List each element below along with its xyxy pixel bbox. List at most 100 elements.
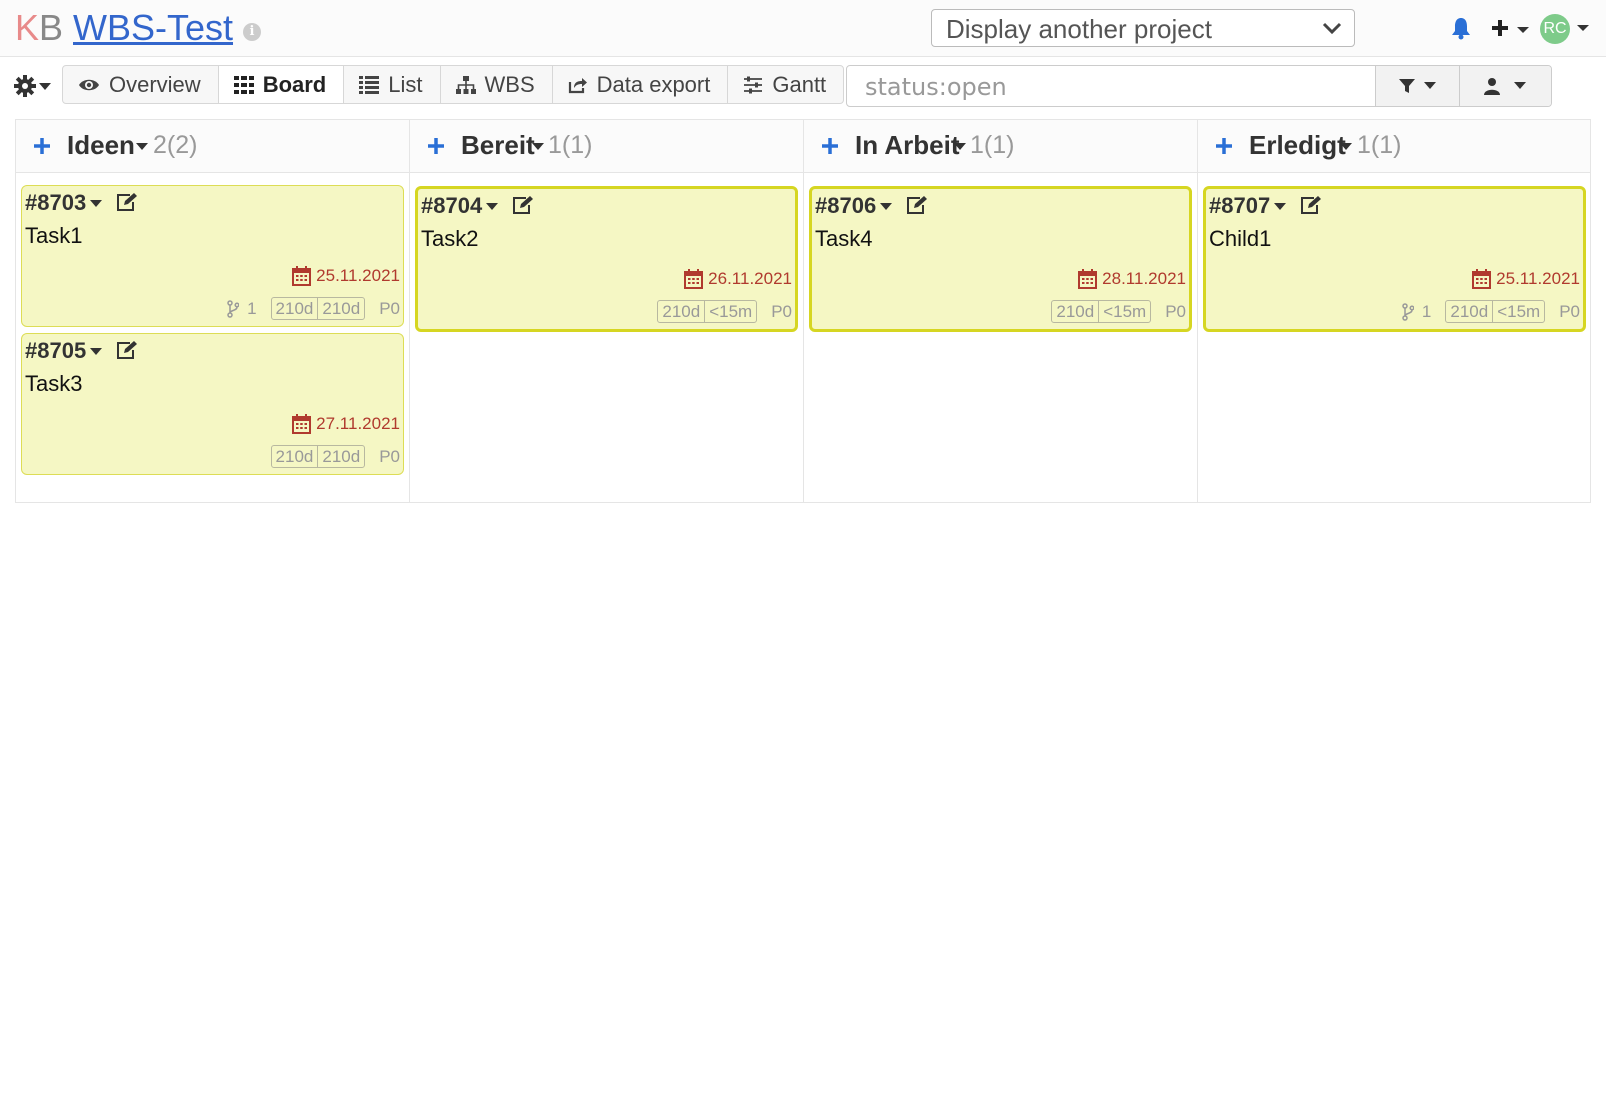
logo-k: K <box>15 7 40 48</box>
task-card[interactable]: #8704 Task2 26.11.2021 210d <15m P0 <box>415 186 798 332</box>
calendar-icon <box>1078 269 1098 289</box>
task-title[interactable]: Child1 <box>1209 227 1271 251</box>
column-task-count: 1(1) <box>970 131 1015 159</box>
edit-icon[interactable] <box>116 340 138 360</box>
priority-badge: P0 <box>771 301 792 321</box>
column-title[interactable]: Erledigt <box>1249 130 1346 160</box>
add-task-plus-icon[interactable] <box>427 137 445 155</box>
caret-down-icon[interactable] <box>532 143 544 151</box>
user-avatar[interactable]: RC <box>1540 14 1570 44</box>
bell-icon[interactable] <box>1450 16 1472 40</box>
edit-icon[interactable] <box>512 195 534 215</box>
task-id[interactable]: #8705 <box>25 339 86 363</box>
caret-down-icon[interactable] <box>880 203 892 211</box>
task-meta: 1 210d <15m P0 <box>1402 300 1580 323</box>
time-spent: <15m <box>709 302 753 321</box>
time-spent: <15m <box>1497 302 1541 321</box>
time-tracking: 210d 210d <box>270 297 366 320</box>
new-item-menu[interactable] <box>1490 16 1534 42</box>
project-switcher-select[interactable]: Display another project <box>931 9 1355 47</box>
view-label: WBS <box>484 71 535 97</box>
add-task-plus-icon[interactable] <box>821 137 839 155</box>
task-card[interactable]: #8705 Task3 27.11.2021 210d 210d P0 <box>21 333 404 475</box>
board-column-ideen: Ideen 2(2) #8703 Task1 25.11.2021 1 210d… <box>16 120 410 502</box>
subtask-count[interactable]: 1 <box>1402 302 1431 322</box>
caret-down-icon[interactable] <box>1340 143 1352 151</box>
task-card[interactable]: #8706 Task4 28.11.2021 210d <15m P0 <box>809 186 1192 332</box>
sliders-icon <box>744 76 763 93</box>
subtask-count-text: 1 <box>1421 301 1432 321</box>
project-switcher-label: Display another project <box>946 14 1212 44</box>
logo-b: B <box>39 7 64 48</box>
task-title[interactable]: Task2 <box>421 227 478 251</box>
view-board[interactable]: Board <box>218 66 345 103</box>
calendar-icon <box>292 266 312 286</box>
due-date: 26.11.2021 <box>684 269 792 289</box>
edit-icon[interactable] <box>1300 195 1322 215</box>
project-title-link[interactable]: WBS-Test <box>73 8 233 48</box>
caret-down-icon <box>1514 82 1526 89</box>
settings-menu[interactable] <box>14 75 54 97</box>
subtask-count[interactable]: 1 <box>227 299 257 319</box>
time-tracking: 210d 210d <box>270 445 366 468</box>
time-tracking: 210d <15m <box>657 300 758 323</box>
task-id[interactable]: #8706 <box>815 194 876 218</box>
view-data-export[interactable]: Data export <box>553 66 729 103</box>
task-id[interactable]: #8704 <box>421 194 482 218</box>
user-icon <box>1484 78 1500 95</box>
column-title[interactable]: Ideen <box>67 130 135 160</box>
task-title[interactable]: Task3 <box>25 372 82 396</box>
list-icon <box>359 75 380 94</box>
priority-badge: P0 <box>1559 301 1580 321</box>
caret-down-icon[interactable] <box>954 143 966 151</box>
search-filter-input[interactable]: status:open <box>846 65 1552 107</box>
caret-down-icon[interactable] <box>90 348 102 356</box>
filter-dropdown-button[interactable] <box>1375 66 1459 106</box>
share-icon <box>568 77 587 93</box>
column-task-count: 1(1) <box>548 131 593 159</box>
view-gantt[interactable]: Gantt <box>728 66 843 103</box>
branch-icon <box>1402 302 1414 321</box>
eye-icon <box>79 79 99 90</box>
priority-badge: P0 <box>379 446 400 466</box>
due-date: 27.11.2021 <box>292 414 400 434</box>
board-column-in-arbeit: In Arbeit 1(1) #8706 Task4 28.11.2021 21… <box>804 120 1198 502</box>
add-task-plus-icon[interactable] <box>1215 137 1233 155</box>
view-list[interactable]: List <box>344 66 441 103</box>
task-meta: 1 210d 210d P0 <box>227 297 400 320</box>
view-overview[interactable]: Overview <box>63 66 219 103</box>
branch-icon <box>227 299 240 318</box>
calendar-icon <box>684 269 704 289</box>
task-id[interactable]: #8703 <box>25 191 86 215</box>
edit-icon[interactable] <box>906 195 928 215</box>
caret-down-icon[interactable] <box>1576 24 1590 32</box>
task-meta: 210d 210d P0 <box>270 445 400 468</box>
time-estimated: 210d <box>1052 301 1100 322</box>
time-spent: 210d <box>322 447 361 466</box>
column-title[interactable]: Bereit <box>461 130 535 160</box>
view-wbs[interactable]: WBS <box>441 66 553 103</box>
user-filter-button[interactable] <box>1459 66 1551 106</box>
caret-down-icon[interactable] <box>486 203 498 211</box>
task-title[interactable]: Task1 <box>25 224 82 248</box>
priority-badge: P0 <box>379 298 400 318</box>
due-date: 25.11.2021 <box>292 266 400 286</box>
column-title[interactable]: In Arbeit <box>855 130 959 160</box>
info-icon[interactable]: i <box>243 23 261 41</box>
caret-down-icon[interactable] <box>90 200 102 208</box>
board-column-bereit: Bereit 1(1) #8704 Task2 26.11.2021 210d … <box>410 120 804 502</box>
column-task-count: 1(1) <box>1357 131 1402 159</box>
kb-logo[interactable]: KB <box>15 8 63 48</box>
calendar-icon <box>1472 269 1492 289</box>
due-date-text: 28.11.2021 <box>1102 269 1186 288</box>
task-card[interactable]: #8703 Task1 25.11.2021 1 210d 210d P0 <box>21 185 404 327</box>
add-task-plus-icon[interactable] <box>33 137 51 155</box>
task-title[interactable]: Task4 <box>815 227 872 251</box>
task-card[interactable]: #8707 Child1 25.11.2021 1 210d <15m P0 <box>1203 186 1586 332</box>
due-date-text: 25.11.2021 <box>316 266 400 285</box>
task-id[interactable]: #8707 <box>1209 194 1270 218</box>
caret-down-icon[interactable] <box>136 143 148 151</box>
edit-icon[interactable] <box>116 192 138 212</box>
caret-down-icon[interactable] <box>1274 203 1286 211</box>
time-tracking: 210d <15m <box>1445 300 1546 323</box>
